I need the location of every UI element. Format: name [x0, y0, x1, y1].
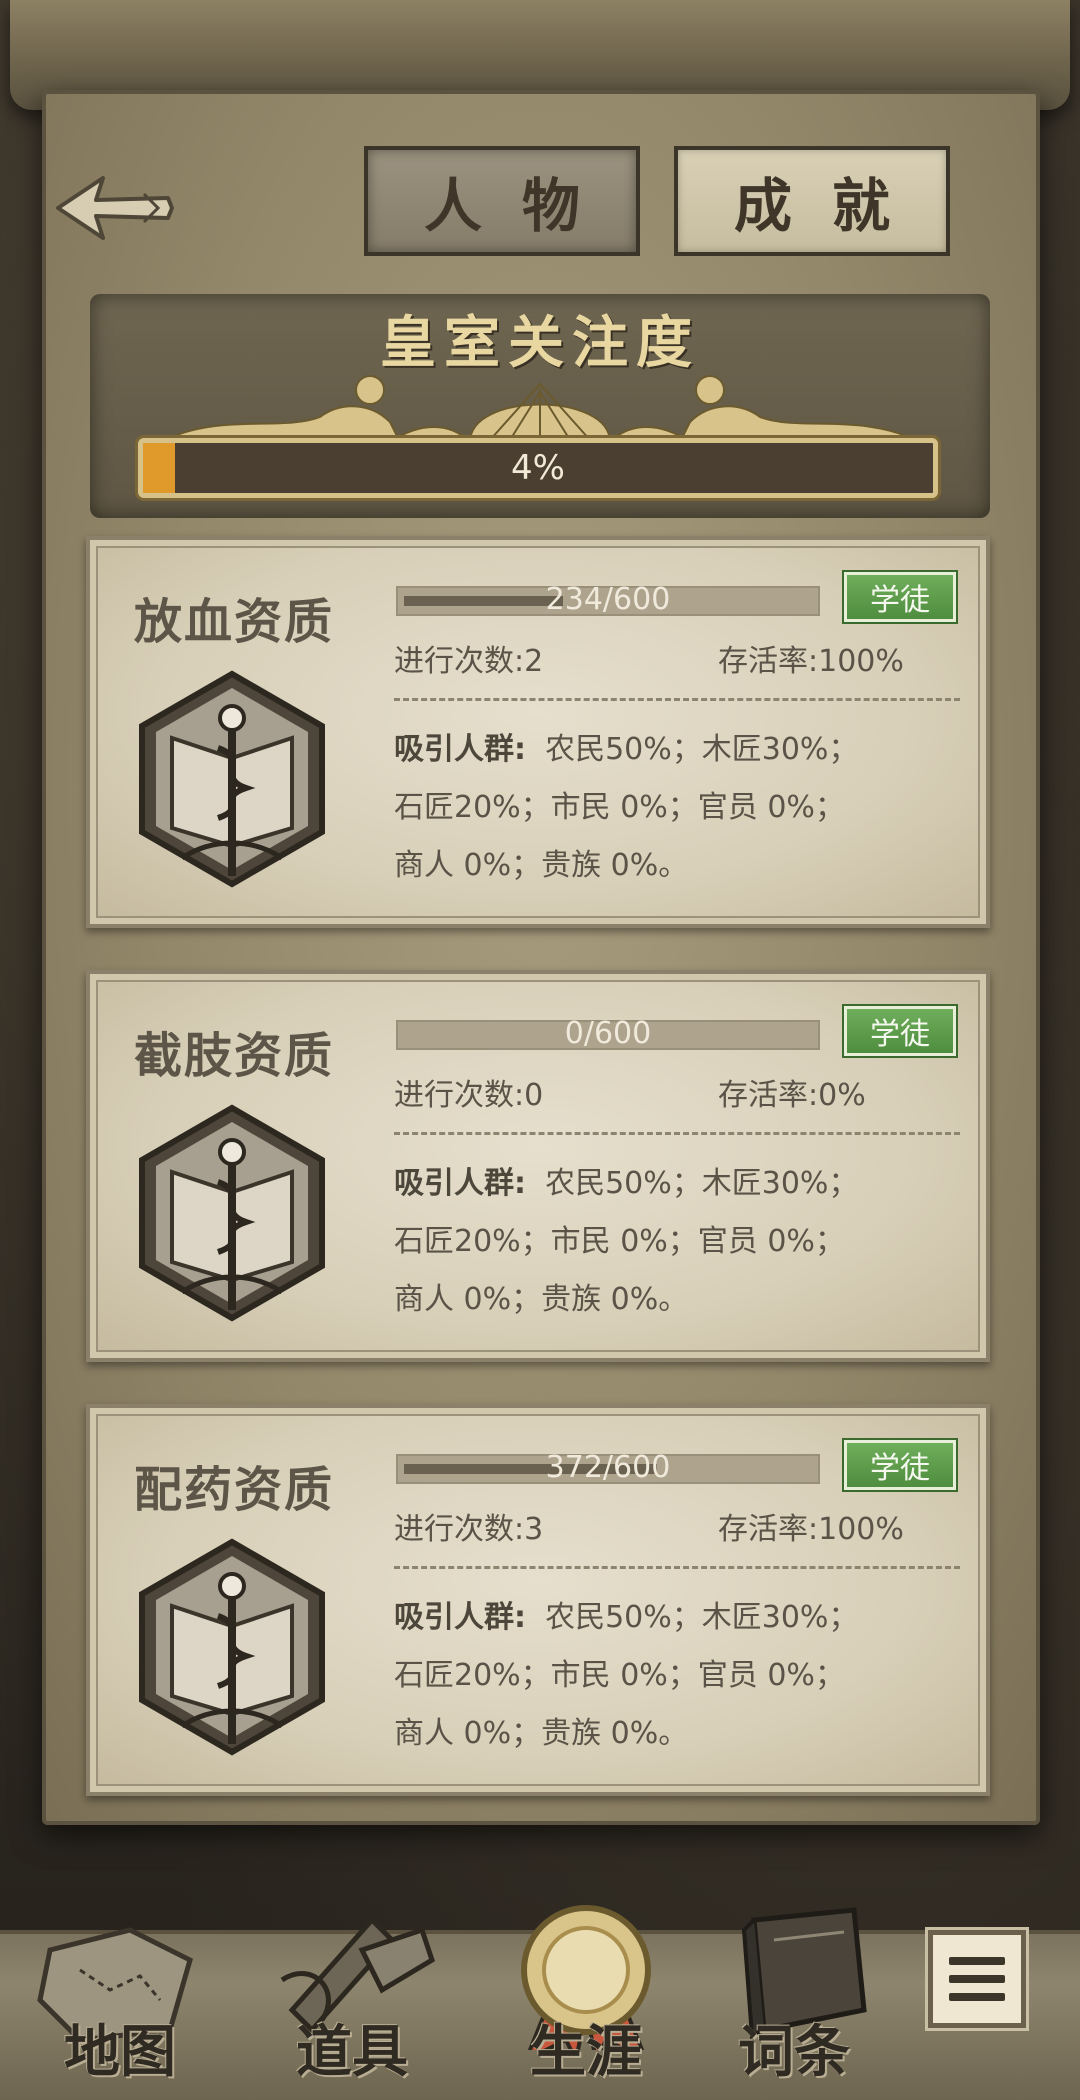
skill-name: 放血资质: [134, 594, 335, 650]
nav-map-label: 地图: [64, 2019, 176, 2085]
attract-values-1: 农民50%；木匠30%；: [545, 1600, 859, 1635]
survival-label: 存活率:: [718, 1078, 819, 1113]
level-badge[interactable]: 学徒: [844, 1440, 956, 1490]
count-label: 进行次数:: [394, 644, 525, 679]
skill-name: 配药资质: [134, 1462, 335, 1518]
attract-line-1: 吸引人群: 农民50%；木匠30%；: [394, 724, 858, 768]
royal-attention-percent: 4%: [511, 448, 565, 488]
xp-progress-bar: 372/600: [396, 1450, 820, 1485]
count-text: 进行次数:0: [394, 1070, 543, 1114]
divider: [394, 1566, 960, 1569]
count-label: 进行次数:: [394, 1512, 525, 1547]
count-value: 0: [524, 1078, 544, 1113]
menu-line-icon: [949, 1993, 1005, 2001]
survival-label: 存活率:: [718, 644, 819, 679]
menu-line-icon: [949, 1975, 1005, 1983]
xp-progress-text: 234/600: [545, 582, 671, 617]
medical-book-icon: [139, 670, 325, 888]
survival-value: 100%: [818, 1512, 904, 1547]
survival-text: 存活率:0%: [718, 1070, 866, 1114]
attract-title: 吸引人群:: [394, 1600, 526, 1635]
menu-line-icon: [949, 1957, 1005, 1965]
skill-card-bloodletting: 放血资质 234/600 学徒 进行次数:2 存活率:100% 吸引人群: 农民…: [86, 536, 990, 928]
nav-career-label: 生涯: [530, 2019, 642, 2085]
menu-list-button[interactable]: [928, 1930, 1026, 2028]
medical-book-icon: [139, 1104, 325, 1322]
nav-map[interactable]: 地图: [20, 1890, 220, 2096]
survival-value: 100%: [818, 644, 904, 679]
xp-progress-text: 0/600: [564, 1016, 652, 1051]
count-label: 进行次数:: [394, 1078, 525, 1113]
attract-line-2: 石匠20%；市民 0%；官员 0%；: [394, 1224, 845, 1259]
tab-character[interactable]: 人物: [364, 146, 640, 256]
attract-values-1: 农民50%；木匠30%；: [545, 1166, 859, 1201]
level-badge[interactable]: 学徒: [844, 1006, 956, 1056]
count-text: 进行次数:3: [394, 1504, 543, 1548]
survival-value: 0%: [818, 1078, 866, 1113]
tab-achievement[interactable]: 成就: [674, 146, 950, 256]
survival-text: 存活率:100%: [718, 1504, 904, 1548]
nav-glossary-label: 词条: [738, 2019, 850, 2085]
medical-book-icon: [139, 1538, 325, 1756]
attract-values-1: 农民50%；木匠30%；: [545, 732, 859, 767]
count-value: 2: [524, 644, 544, 679]
xp-progress-text: 372/600: [545, 1450, 671, 1485]
attract-title: 吸引人群:: [394, 732, 526, 767]
back-arrow-icon[interactable]: [48, 168, 176, 248]
nav-items-label: 道具: [296, 2019, 408, 2085]
royal-attention-bar: 4%: [138, 438, 938, 498]
nav-items[interactable]: 道具: [252, 1890, 452, 2096]
attract-line-2: 石匠20%；市民 0%；官员 0%；: [394, 1658, 845, 1693]
xp-progress-bar: 234/600: [396, 582, 820, 617]
survival-label: 存活率:: [718, 1512, 819, 1547]
attract-title: 吸引人群:: [394, 1166, 526, 1201]
attract-line-3: 商人 0%；贵族 0%。: [394, 1716, 689, 1751]
attract-line-1: 吸引人群: 农民50%；木匠30%；: [394, 1158, 858, 1202]
xp-progress-bar: 0/600: [396, 1016, 820, 1051]
attract-line-3: 商人 0%；贵族 0%。: [394, 1282, 689, 1317]
attract-line-2: 石匠20%；市民 0%；官员 0%；: [394, 790, 845, 825]
skill-name: 截肢资质: [134, 1028, 335, 1084]
nav-career[interactable]: 生涯: [486, 1890, 686, 2096]
attract-line-1: 吸引人群: 农民50%；木匠30%；: [394, 1592, 858, 1636]
skill-card-amputation: 截肢资质 0/600 学徒 进行次数:0 存活率:0% 吸引人群: 农民50%；…: [86, 970, 990, 1362]
count-text: 进行次数:2: [394, 636, 543, 680]
count-value: 3: [524, 1512, 544, 1547]
level-badge[interactable]: 学徒: [844, 572, 956, 622]
attract-line-3: 商人 0%；贵族 0%。: [394, 848, 689, 883]
divider: [394, 698, 960, 701]
divider: [394, 1132, 960, 1135]
survival-text: 存活率:100%: [718, 636, 904, 680]
nav-glossary[interactable]: 词条: [694, 1890, 894, 2096]
skill-card-pharmacy: 配药资质 372/600 学徒 进行次数:3 存活率:100% 吸引人群: 农民…: [86, 1404, 990, 1796]
